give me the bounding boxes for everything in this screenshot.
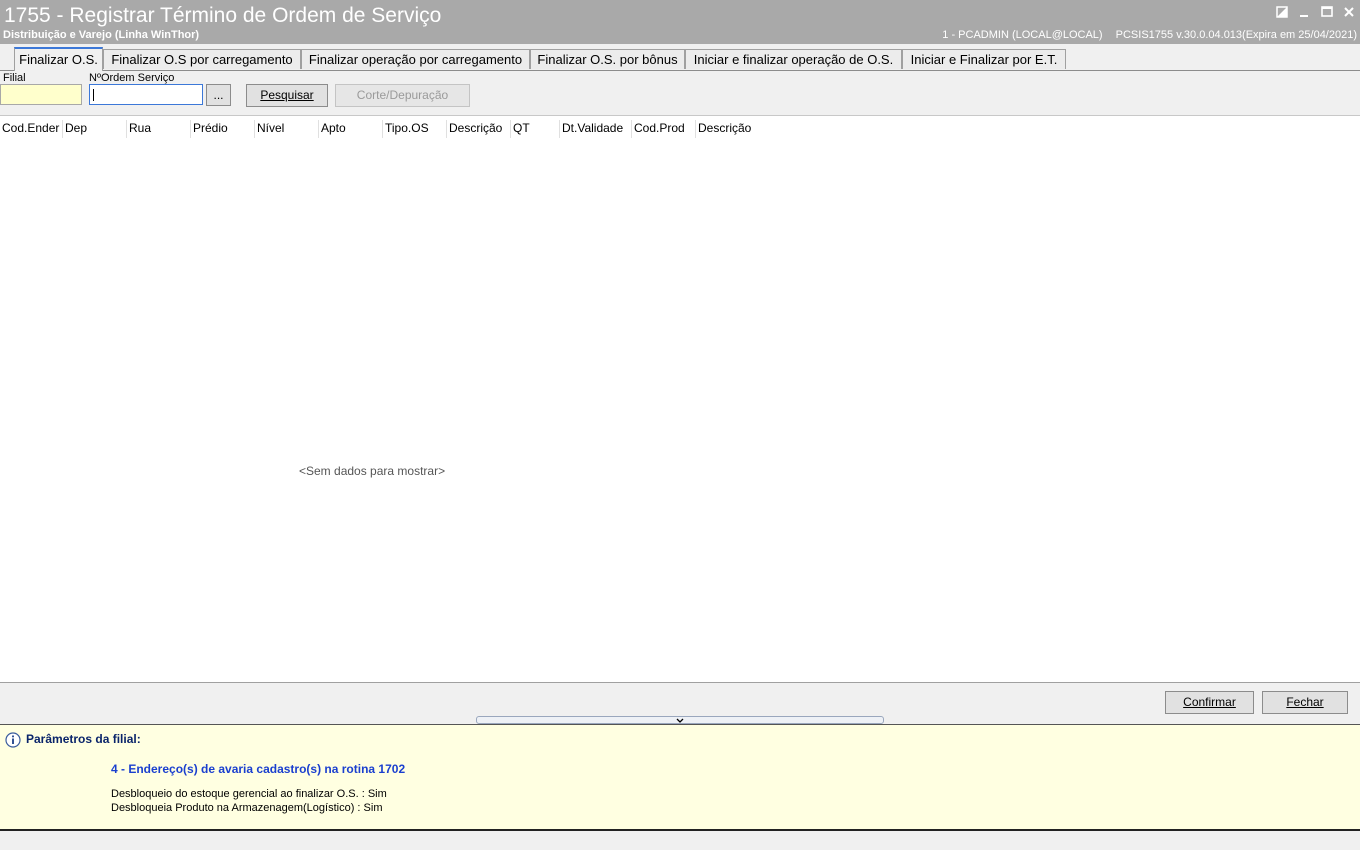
info-icon [5,732,21,748]
branch-parameters-panel: Parâmetros da filial: 4 - Endereço(s) de… [0,724,1360,831]
title-bar: 1755 - Registrar Término de Ordem de Ser… [0,0,1360,44]
parameters-highlight: 4 - Endereço(s) de avaria cadastro(s) na… [111,762,406,776]
column-header[interactable]: Apto [319,120,383,138]
column-header[interactable]: Cod.Ender [0,120,63,138]
ordem-servico-input[interactable] [89,84,203,105]
ordem-servico-label: NºOrdem Serviço [89,72,175,84]
parameter-line: Desbloqueio do estoque gerencial ao fina… [111,788,387,800]
parameter-line: Desbloqueia Produto na Armazenagem(Logís… [111,802,383,814]
column-header[interactable]: Dep [63,120,127,138]
confirm-button[interactable]: Confirmar [1165,691,1254,714]
tab-finalizar-os-bonus[interactable]: Finalizar O.S. por bônus [530,49,685,69]
close-label: Fechar [1286,695,1324,709]
chevron-down-icon [676,718,684,723]
panel-splitter[interactable] [476,716,884,724]
close-icon[interactable] [1341,4,1357,20]
search-button[interactable]: Pesquisar [246,84,328,107]
close-button[interactable]: Fechar [1262,691,1348,714]
column-header[interactable]: Rua [127,120,191,138]
tab-finalizar-os-carregamento[interactable]: Finalizar O.S por carregamento [103,49,301,69]
column-header[interactable]: Dt.Validade [560,120,632,138]
column-header[interactable]: Tipo.OS [383,120,447,138]
window-title: 1755 - Registrar Término de Ordem de Ser… [4,4,442,27]
empty-grid-message: <Sem dados para mostrar> [299,464,446,478]
tab-finalizar-os[interactable]: Finalizar O.S. [14,47,103,71]
maximize-icon[interactable] [1319,4,1335,20]
column-header[interactable]: QT [511,120,560,138]
column-header[interactable]: Descrição [696,120,796,138]
filial-label: Filial [3,72,26,84]
user-info: 1 - PCADMIN (LOCAL@LOCAL) [942,29,1103,41]
column-header[interactable]: Nível [255,120,319,138]
restore-icon[interactable] [1274,4,1290,20]
tab-iniciar-finalizar-et[interactable]: Iniciar e Finalizar por E.T. [902,49,1066,69]
text-cursor [93,88,94,101]
column-header[interactable]: Cod.Prod [632,120,696,138]
tab-finalizar-operacao-carregamento[interactable]: Finalizar operação por carregamento [301,49,530,69]
session-info: 1 - PCADMIN (LOCAL@LOCAL) PCSIS1755 v.30… [932,29,1357,41]
results-grid[interactable]: Cod.Ender Dep Rua Prédio Nível Apto Tipo… [0,115,1360,683]
tab-bar: Finalizar O.S. Finalizar O.S por carrega… [0,47,1360,71]
parameters-title: Parâmetros da filial: [26,732,141,746]
tab-iniciar-finalizar-operacao[interactable]: Iniciar e finalizar operação de O.S. [685,49,902,69]
browse-button[interactable]: ... [206,84,231,106]
column-header[interactable]: Prédio [191,120,255,138]
column-header[interactable]: Descrição [447,120,511,138]
version-info: PCSIS1755 v.30.0.04.013(Expira em 25/04/… [1115,29,1357,41]
filial-input[interactable] [0,84,82,105]
minimize-icon[interactable] [1296,4,1312,20]
window-subtitle: Distribuição e Varejo (Linha WinThor) [3,29,200,41]
search-label: Pesquisar [260,88,314,102]
confirm-label: Confirmar [1183,695,1236,709]
corte-depuracao-button[interactable]: Corte/Depuração [335,84,470,107]
